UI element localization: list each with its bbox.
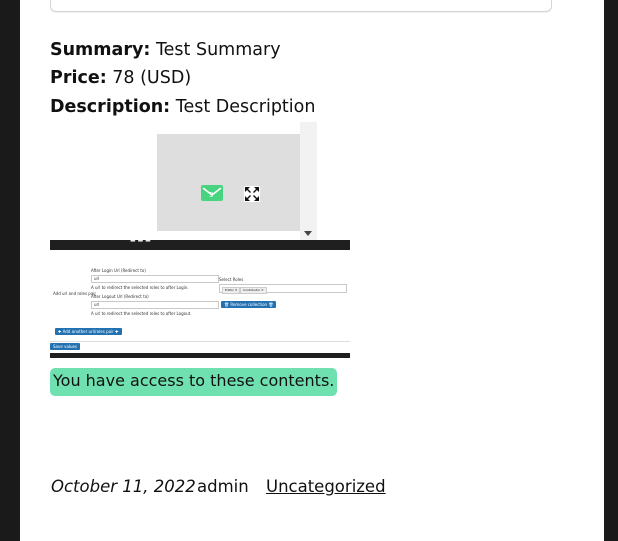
save-values-button: Save values [50,343,81,350]
page-left-border [0,0,20,541]
after-logout-placeholder: url [94,302,100,307]
content-card-edge [50,0,552,12]
after-login-help: A url to redirect the selected roles to … [91,285,189,290]
price-row: Price: 78 (USD) [50,67,191,89]
add-pair-button: ✚ Add another url/roles pair ✚ [55,328,122,335]
preview-scrollbar[interactable] [300,122,317,240]
row-label: Add url and roles pair [53,291,97,296]
description-label: Description: [50,97,171,117]
summary-value: Test Summary [150,40,281,60]
price-value: 78 (USD) [106,68,192,88]
description-value: Test Description [170,97,316,117]
after-logout-label: After Logout Url (Redirect to) [91,294,149,299]
after-logout-help: A url to redirect the selected roles to … [91,311,192,316]
screenshot-top-bar: ▬ ▬ ▬ [50,240,350,250]
after-login-placeholder: url [94,276,100,281]
mail-icon[interactable]: 3 [201,185,223,201]
access-message: You have access to these contents. [50,368,338,396]
screenshot-divider [50,341,350,342]
role-chip-editor: Editor ✕ [222,287,241,294]
summary-row: Summary: Test Summary [50,39,281,61]
preview-canvas: 3 [157,134,300,231]
page-right-border [604,0,618,541]
embedded-preview[interactable]: 3 [157,122,317,240]
screenshot-bottom-bar [50,353,350,358]
select-roles-label: Select Roles [219,277,244,282]
post-author[interactable]: admin [197,477,249,497]
svg-text:3: 3 [209,191,213,199]
summary-label: Summary: [50,40,151,60]
expand-icon[interactable] [244,186,260,202]
role-chip-contributor: Contributor ✕ [240,287,267,294]
after-logout-input: url [91,301,219,309]
after-login-input: url [91,275,219,283]
settings-screenshot: ▬ ▬ ▬ After Login Url (Redirect to) url … [50,240,350,358]
chevron-down-icon[interactable] [304,231,312,236]
post-date[interactable]: October 11, 2022 [51,477,196,497]
remove-collection-button: 🗑 Remove collection 🗑 [221,301,277,308]
post-category-link[interactable]: Uncategorized [266,477,386,497]
after-login-label: After Login Url (Redirect to) [91,268,146,273]
price-label: Price: [50,68,107,88]
description-row: Description: Test Description [50,96,315,118]
